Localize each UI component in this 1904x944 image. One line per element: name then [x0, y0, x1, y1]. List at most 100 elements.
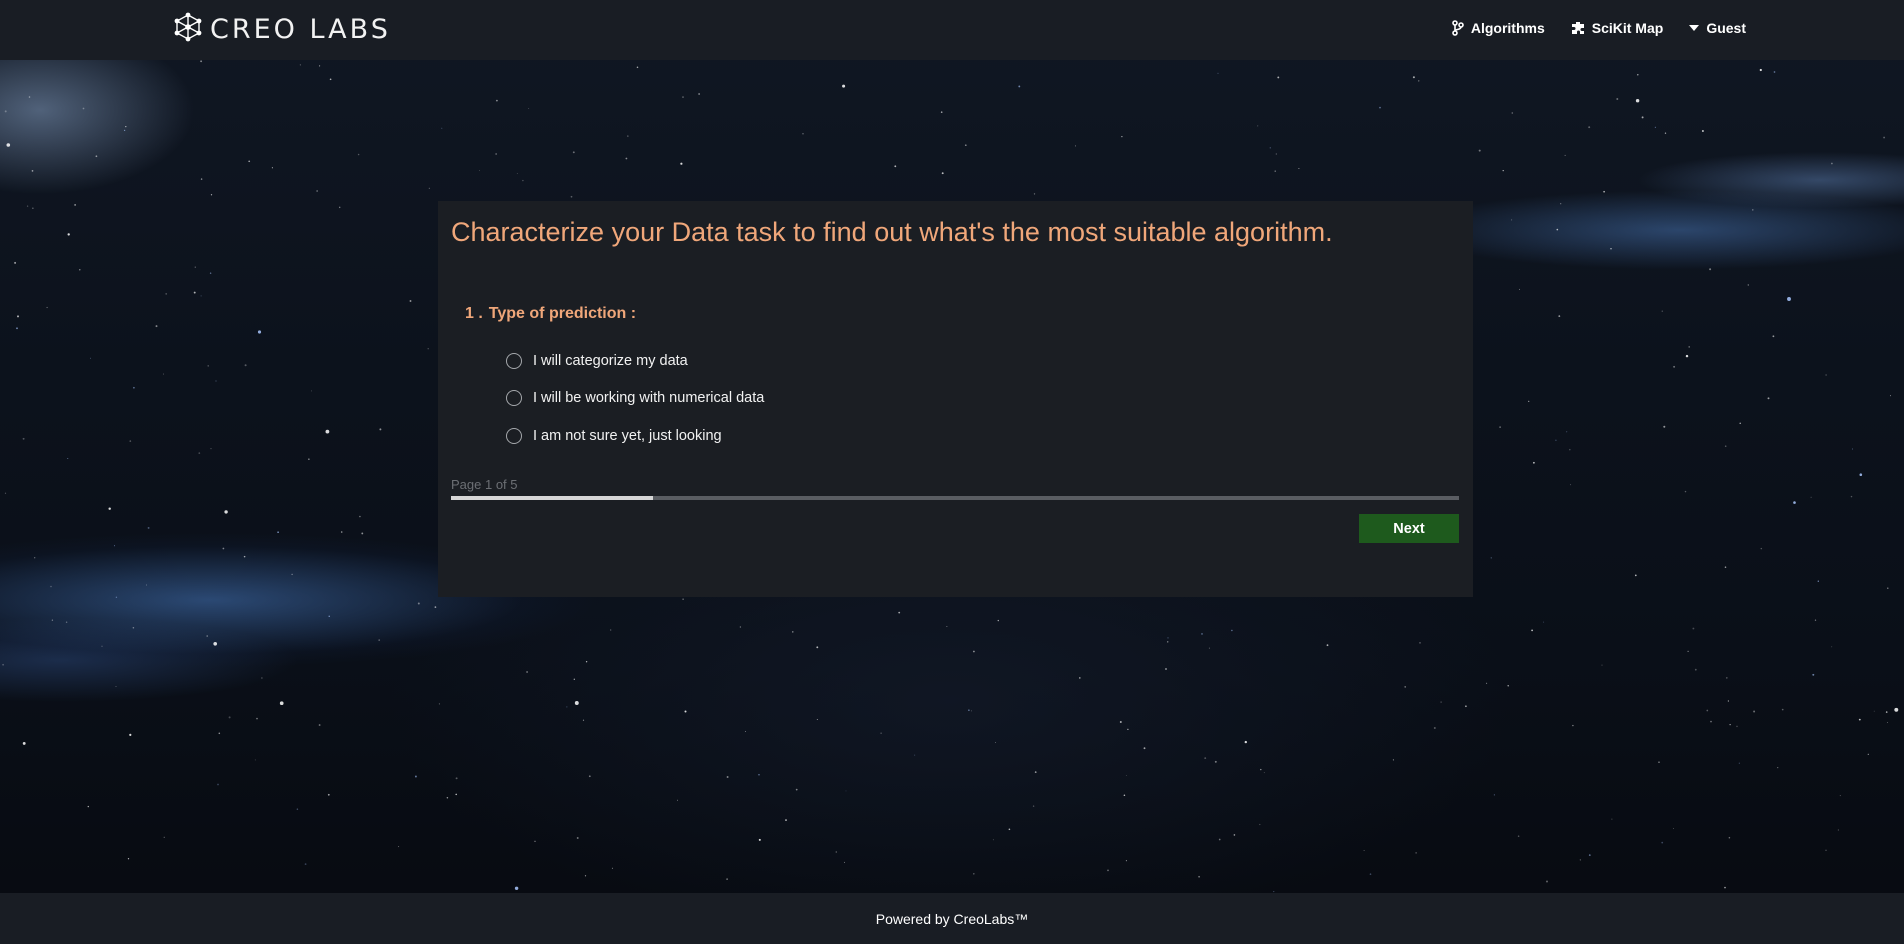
star	[50, 585, 52, 588]
star	[1167, 637, 1169, 639]
star	[277, 531, 279, 534]
star	[455, 777, 458, 780]
star	[1885, 711, 1888, 713]
star	[1634, 574, 1637, 577]
star	[127, 858, 130, 860]
star	[1214, 760, 1217, 763]
star	[74, 204, 76, 206]
star	[610, 629, 612, 631]
star	[361, 532, 364, 535]
star	[1277, 76, 1280, 79]
nav-label-guest: Guest	[1706, 20, 1746, 36]
star	[1363, 850, 1365, 851]
star	[1709, 268, 1712, 271]
star	[2, 663, 4, 666]
star	[1831, 162, 1833, 165]
star	[438, 703, 440, 705]
star	[1635, 98, 1640, 103]
radio-button[interactable]	[506, 427, 522, 444]
star	[319, 65, 321, 67]
page-title: Characterize your Data task to find out …	[451, 217, 1333, 247]
star	[1263, 772, 1265, 774]
star	[1692, 627, 1695, 630]
star	[758, 838, 761, 841]
radio-option-categorize[interactable]: I will categorize my data	[506, 342, 764, 380]
star	[291, 573, 293, 576]
star	[1034, 771, 1037, 773]
star	[1517, 835, 1520, 837]
star	[1837, 829, 1839, 831]
nav-item-guest[interactable]: Guest	[1689, 20, 1746, 36]
radio-option-numerical[interactable]: I will be working with numerical data	[506, 380, 764, 418]
star	[207, 365, 209, 367]
star	[1107, 869, 1109, 872]
star	[206, 635, 208, 637]
star	[1033, 193, 1036, 195]
star	[279, 701, 284, 706]
nav-item-algorithms[interactable]: Algorithms	[1452, 20, 1545, 36]
star	[739, 626, 742, 628]
star	[1673, 365, 1676, 368]
radio-option-not-sure[interactable]: I am not sure yet, just looking	[506, 417, 764, 455]
star	[261, 677, 263, 679]
star	[1814, 619, 1817, 621]
star	[528, 108, 530, 110]
star	[682, 598, 684, 600]
star	[357, 153, 360, 156]
star	[1419, 642, 1421, 644]
star	[194, 266, 196, 268]
star	[495, 99, 498, 102]
star	[1231, 629, 1233, 632]
star	[1201, 633, 1203, 635]
star	[940, 111, 943, 113]
star	[455, 793, 457, 796]
star	[256, 717, 258, 720]
star	[1412, 76, 1415, 79]
star	[1257, 125, 1259, 127]
star	[1564, 154, 1566, 156]
star	[1519, 288, 1520, 290]
star	[1793, 501, 1796, 504]
star	[1851, 448, 1854, 450]
star	[1767, 397, 1770, 400]
nav-item-scikit-map[interactable]: SciKit Map	[1571, 20, 1663, 36]
progress-bar	[451, 496, 1459, 500]
star	[46, 306, 48, 309]
star	[880, 732, 882, 734]
star	[1781, 708, 1784, 711]
star	[1166, 641, 1169, 643]
star	[1269, 147, 1271, 149]
star	[65, 621, 68, 624]
star	[1543, 621, 1545, 623]
star	[682, 96, 684, 99]
next-button[interactable]: Next	[1359, 514, 1459, 543]
star	[193, 291, 196, 294]
star	[1685, 354, 1689, 358]
radio-button[interactable]	[506, 390, 522, 407]
star	[254, 759, 256, 761]
star	[1569, 448, 1571, 451]
star	[698, 93, 700, 95]
star	[209, 272, 212, 274]
star	[101, 645, 103, 647]
star	[1887, 587, 1889, 589]
star	[1890, 395, 1891, 397]
star	[1894, 707, 1899, 712]
star	[1736, 725, 1738, 728]
question-heading: 1 . Type of prediction :	[465, 305, 636, 323]
star	[816, 719, 818, 721]
star	[1588, 126, 1591, 129]
star	[95, 155, 98, 158]
star	[1817, 580, 1819, 582]
star	[311, 390, 313, 392]
radio-button[interactable]	[506, 352, 522, 369]
star	[1663, 425, 1666, 428]
brand-logo[interactable]: CREO LABS	[172, 12, 391, 46]
star	[1531, 629, 1533, 632]
star	[684, 710, 687, 713]
star	[215, 380, 217, 382]
star	[1724, 566, 1727, 568]
star	[1694, 668, 1697, 671]
star	[1738, 762, 1740, 764]
star	[198, 452, 201, 454]
